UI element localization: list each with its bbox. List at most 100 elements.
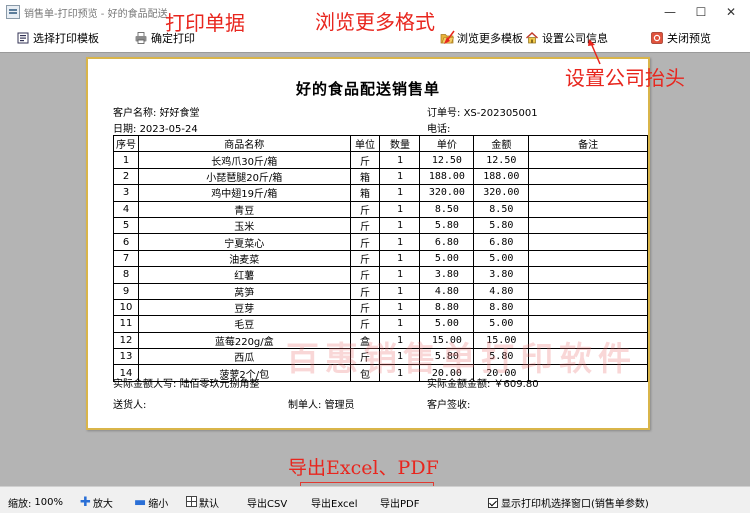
- table-row: 9 莴笋斤 1 4.80 4.80: [113, 282, 648, 300]
- column-header: 金额: [473, 134, 530, 153]
- select-template-button[interactable]: 选择打印模板: [16, 30, 99, 46]
- zoom-in-label: 放大: [92, 499, 113, 510]
- table-cell: 盒: [349, 331, 381, 350]
- table-cell: 西瓜: [138, 348, 351, 366]
- table-cell: [528, 348, 648, 366]
- amount-value: ￥609.80: [493, 379, 539, 390]
- table-cell: 5.80: [473, 348, 530, 366]
- show-printer-dialog-checkbox[interactable]: 显示打印机选择窗口(销售单参数): [488, 495, 649, 510]
- annotation-company-header: 设置公司抬头: [565, 66, 685, 90]
- show-printer-dialog-label: 显示打印机选择窗口(销售单参数): [501, 499, 649, 510]
- export-pdf-button[interactable]: 导出PDF: [380, 495, 419, 510]
- table-cell: 8.80: [419, 298, 475, 317]
- amount-in-words-value: 陆佰零玖元捌角整: [179, 379, 260, 390]
- table-cell: [528, 233, 648, 251]
- table-row: 1 长鸡爪30斤/箱斤 1 12.50 12.50: [113, 151, 648, 169]
- table-cell: 5.00: [419, 315, 475, 333]
- export-csv-button[interactable]: 导出CSV: [247, 495, 287, 510]
- table-cell: 4.80: [473, 282, 530, 300]
- table-row: 4 青豆斤 1 8.50 8.50: [113, 200, 648, 218]
- table-cell: 斤: [349, 233, 381, 251]
- amount-line: 实际金额金额: ￥609.80: [427, 375, 539, 390]
- table-cell: 188.00: [419, 167, 475, 186]
- zoom-in-button[interactable]: ✚ 放大: [80, 495, 113, 510]
- table-cell: [528, 151, 648, 169]
- maker-line: 制单人: 管理员: [288, 396, 355, 411]
- shipper-label: 送货人:: [113, 400, 147, 411]
- table-row: 6 宁夏菜心斤 1 6.80 6.80: [113, 233, 648, 251]
- table-cell: 12: [113, 331, 139, 350]
- customer-line: 客户名称: 好好食堂: [113, 104, 200, 119]
- table-row: 7 油麦菜斤 1 5.00 5.00: [113, 249, 648, 268]
- table-cell: 1: [113, 151, 139, 169]
- table-cell: [528, 167, 648, 186]
- table-cell: 宁夏菜心: [138, 233, 351, 251]
- table-cell: 12.50: [419, 151, 475, 169]
- table-cell: 3: [113, 184, 139, 202]
- folder-icon: [440, 31, 454, 45]
- close-preview-button[interactable]: 关闭预览: [650, 30, 711, 46]
- default-zoom-button[interactable]: 默认: [186, 495, 219, 510]
- list-icon: [16, 31, 30, 45]
- table-cell: 玉米: [138, 216, 351, 235]
- home-icon: [525, 31, 539, 45]
- table-cell: 1: [379, 315, 421, 333]
- table-cell: 1: [379, 266, 421, 284]
- table-cell: 188.00: [473, 167, 530, 186]
- table-cell: 斤: [349, 200, 381, 218]
- table-cell: 小琵琶腿20斤/箱: [138, 167, 351, 186]
- table-cell: 1: [379, 331, 421, 350]
- table-cell: 320.00: [473, 184, 530, 202]
- phone-line: 电话:: [427, 120, 450, 135]
- table-row: 8 红薯斤 1 3.80 3.80: [113, 266, 648, 284]
- table-cell: [528, 282, 648, 300]
- column-header: 商品名称: [138, 134, 351, 153]
- minimize-button[interactable]: —: [659, 3, 681, 21]
- table-cell: 1: [379, 364, 421, 382]
- table-cell: 莴笋: [138, 282, 351, 300]
- annotation-print-document: 打印单据: [165, 11, 245, 35]
- table-cell: 5.00: [473, 315, 530, 333]
- table-cell: 8.80: [473, 298, 530, 317]
- table-cell: [528, 249, 648, 268]
- table-cell: 毛豆: [138, 315, 351, 333]
- close-window-button[interactable]: ✕: [720, 3, 742, 21]
- table-cell: 青豆: [138, 200, 351, 218]
- table-row: 12 蓝莓220g/盒盒 1 15.00 15.00: [113, 331, 648, 350]
- table-cell: [528, 364, 648, 382]
- company-info-button[interactable]: 设置公司信息: [525, 30, 608, 46]
- table-cell: 5.00: [473, 249, 530, 268]
- table-cell: 斤: [349, 298, 381, 317]
- export-excel-button[interactable]: 导出Excel: [311, 495, 358, 510]
- table-cell: 5.80: [473, 216, 530, 235]
- table-row: 5 玉米斤 1 5.80 5.80: [113, 216, 648, 235]
- table-cell: 4.80: [419, 282, 475, 300]
- table-row: 11 毛豆斤 1 5.00 5.00: [113, 315, 648, 333]
- table-cell: 鸡中翅19斤/箱: [138, 184, 351, 202]
- table-cell: 1: [379, 216, 421, 235]
- table-cell: 蓝莓220g/盒: [138, 331, 351, 350]
- phone-label: 电话:: [427, 124, 451, 135]
- table-cell: 5.00: [419, 249, 475, 268]
- browse-templates-button[interactable]: 浏览更多模板: [440, 30, 523, 46]
- checkbox-checked-icon: [488, 497, 498, 508]
- zoom-out-button[interactable]: ▬ 缩小: [134, 495, 168, 510]
- customer-sign-label: 客户签收:: [427, 400, 471, 411]
- table-cell: 3.80: [419, 266, 475, 284]
- table-cell: 1: [379, 249, 421, 268]
- table-cell: 5.80: [419, 348, 475, 366]
- order-number-line: 订单号: XS-202305001: [427, 104, 538, 119]
- table-row: 10 豆芽斤 1 8.80 8.80: [113, 298, 648, 317]
- maker-label: 制单人:: [288, 400, 322, 411]
- window-title: 销售单-打印预览 - 好的食品配送: [24, 9, 168, 20]
- shipper-line: 送货人:: [113, 396, 146, 411]
- zoom-label: 缩放:: [8, 499, 32, 510]
- maximize-button[interactable]: ☐: [690, 3, 712, 21]
- table-cell: 8.50: [473, 200, 530, 218]
- close-preview-label: 关闭预览: [667, 32, 711, 45]
- table-cell: 长鸡爪30斤/箱: [138, 151, 351, 169]
- amount-in-words-line: 实际金额大写: 陆佰零玖元捌角整: [113, 375, 260, 390]
- annotation-browse-formats: 浏览更多格式: [315, 10, 435, 34]
- customer-sign-line: 客户签收:: [427, 396, 470, 411]
- table-cell: 1: [379, 184, 421, 202]
